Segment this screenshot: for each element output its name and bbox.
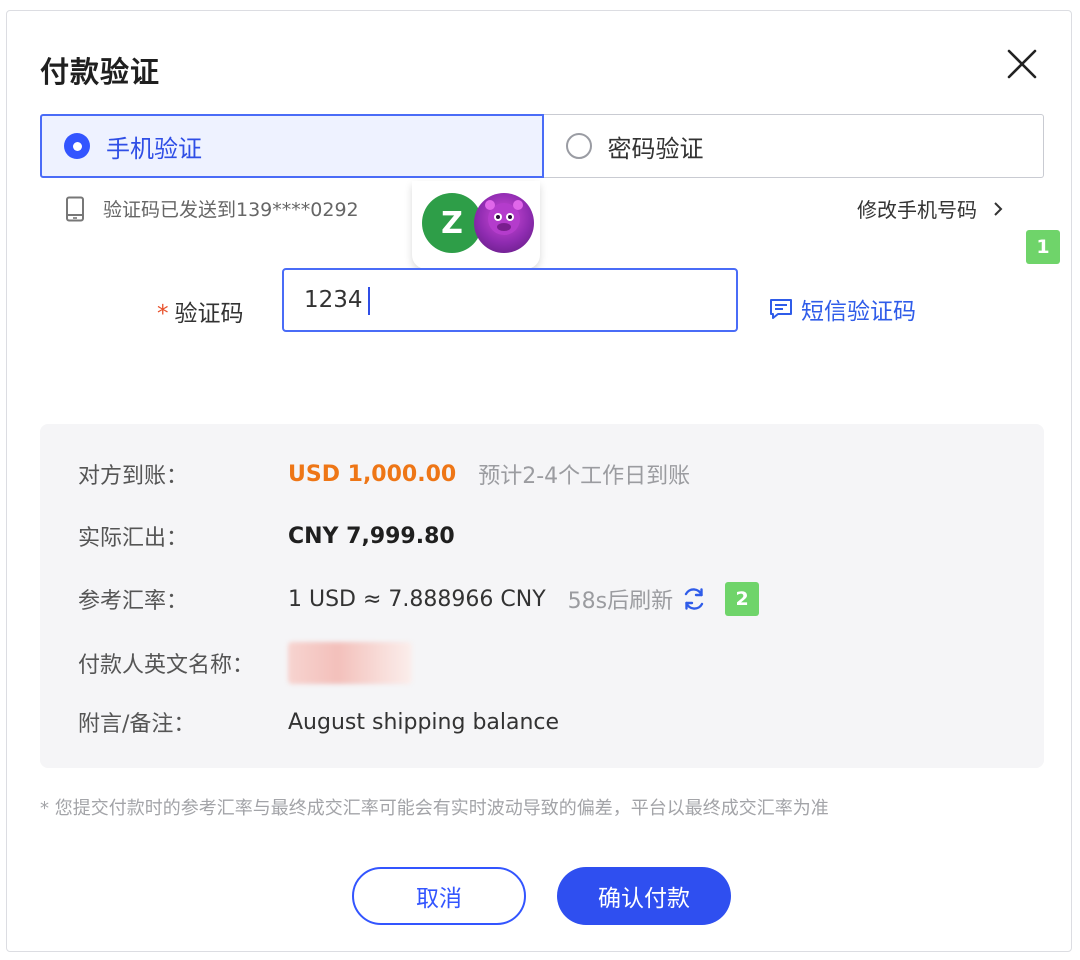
change-phone-label: 修改手机号码	[857, 198, 977, 222]
step-badge-2: 2	[725, 582, 760, 616]
avatar-purple	[474, 193, 534, 253]
received-amount-value: USD 1,000.00	[288, 461, 457, 487]
exchange-rate-footnote: * 您提交付款时的参考汇率与最终成交汇率可能会有实时波动导致的偏差，平台以最终成…	[40, 798, 829, 819]
rate-refresh-countdown: 58s后刷新	[567, 589, 674, 614]
verification-code-input[interactable]	[282, 268, 738, 332]
code-sent-text: 验证码已发送到139****0292	[103, 199, 359, 221]
chevron-right-icon	[994, 201, 1003, 216]
required-mark: *	[157, 301, 169, 327]
text-caret	[368, 287, 370, 315]
exchange-rate-value: 1 USD ≈ 7.888966 CNY	[288, 586, 546, 612]
avatar-z: Z	[422, 193, 482, 253]
close-icon[interactable]	[1005, 47, 1039, 81]
payer-name-label: 付款人英文名称：	[78, 653, 255, 678]
exchange-rate-label: 参考汇率：	[78, 589, 189, 614]
change-phone-link[interactable]: 修改手机号码	[857, 194, 1009, 223]
avatar-illustration-icon	[485, 200, 523, 235]
received-amount-row: 对方到账： USD 1,000.00 预计2-4个工作日到账	[78, 458, 690, 490]
phone-icon	[66, 196, 84, 221]
sent-amount-label: 实际汇出：	[78, 526, 189, 551]
tab-password-verification[interactable]: 密码验证	[543, 114, 1044, 178]
exchange-rate-row: 参考汇率： 1 USD ≈ 7.888966 CNY 58s后刷新 2	[78, 582, 760, 616]
tab-label: 密码验证	[607, 134, 704, 163]
send-sms-code-button[interactable]: 短信验证码	[769, 292, 916, 326]
sent-amount-row: 实际汇出： CNY 7,999.80	[78, 520, 455, 552]
message-icon	[770, 299, 792, 319]
payer-name-row: 付款人英文名称：	[78, 642, 412, 684]
cancel-button[interactable]: 取消	[352, 867, 526, 925]
memo-label: 附言/备注：	[78, 712, 196, 737]
step-badge-1: 1	[1026, 230, 1060, 264]
radio-selected-icon	[64, 133, 90, 159]
tab-label: 手机验证	[106, 134, 202, 163]
collaborator-avatars: Z	[412, 181, 540, 269]
verification-method-tabs: 手机验证 密码验证	[40, 114, 1044, 178]
code-sent-notice: 验证码已发送到139****0292	[65, 195, 359, 222]
refresh-icon[interactable]	[681, 586, 707, 612]
confirm-payment-button[interactable]: 确认付款	[557, 867, 731, 925]
radio-unselected-icon	[565, 133, 592, 159]
dialog-title: 付款验证	[40, 55, 161, 89]
received-amount-label: 对方到账：	[78, 464, 189, 489]
payment-verification-dialog: 付款验证 手机验证 密码验证 验证码已发送到139****0292 Z 修改手机…	[6, 10, 1072, 952]
memo-value: August shipping balance	[288, 709, 560, 735]
payment-details-panel: 对方到账： USD 1,000.00 预计2-4个工作日到账 实际汇出： CNY…	[40, 424, 1044, 768]
verification-code-label: * 验证码	[157, 301, 244, 327]
redacted-payer-name	[288, 642, 412, 684]
sent-amount-value: CNY 7,999.80	[288, 523, 455, 549]
arrival-estimate: 预计2-4个工作日到账	[478, 464, 691, 489]
send-sms-code-label: 短信验证码	[801, 299, 916, 325]
tab-phone-verification[interactable]: 手机验证	[40, 114, 544, 178]
memo-row: 附言/备注： August shipping balance	[78, 706, 559, 738]
